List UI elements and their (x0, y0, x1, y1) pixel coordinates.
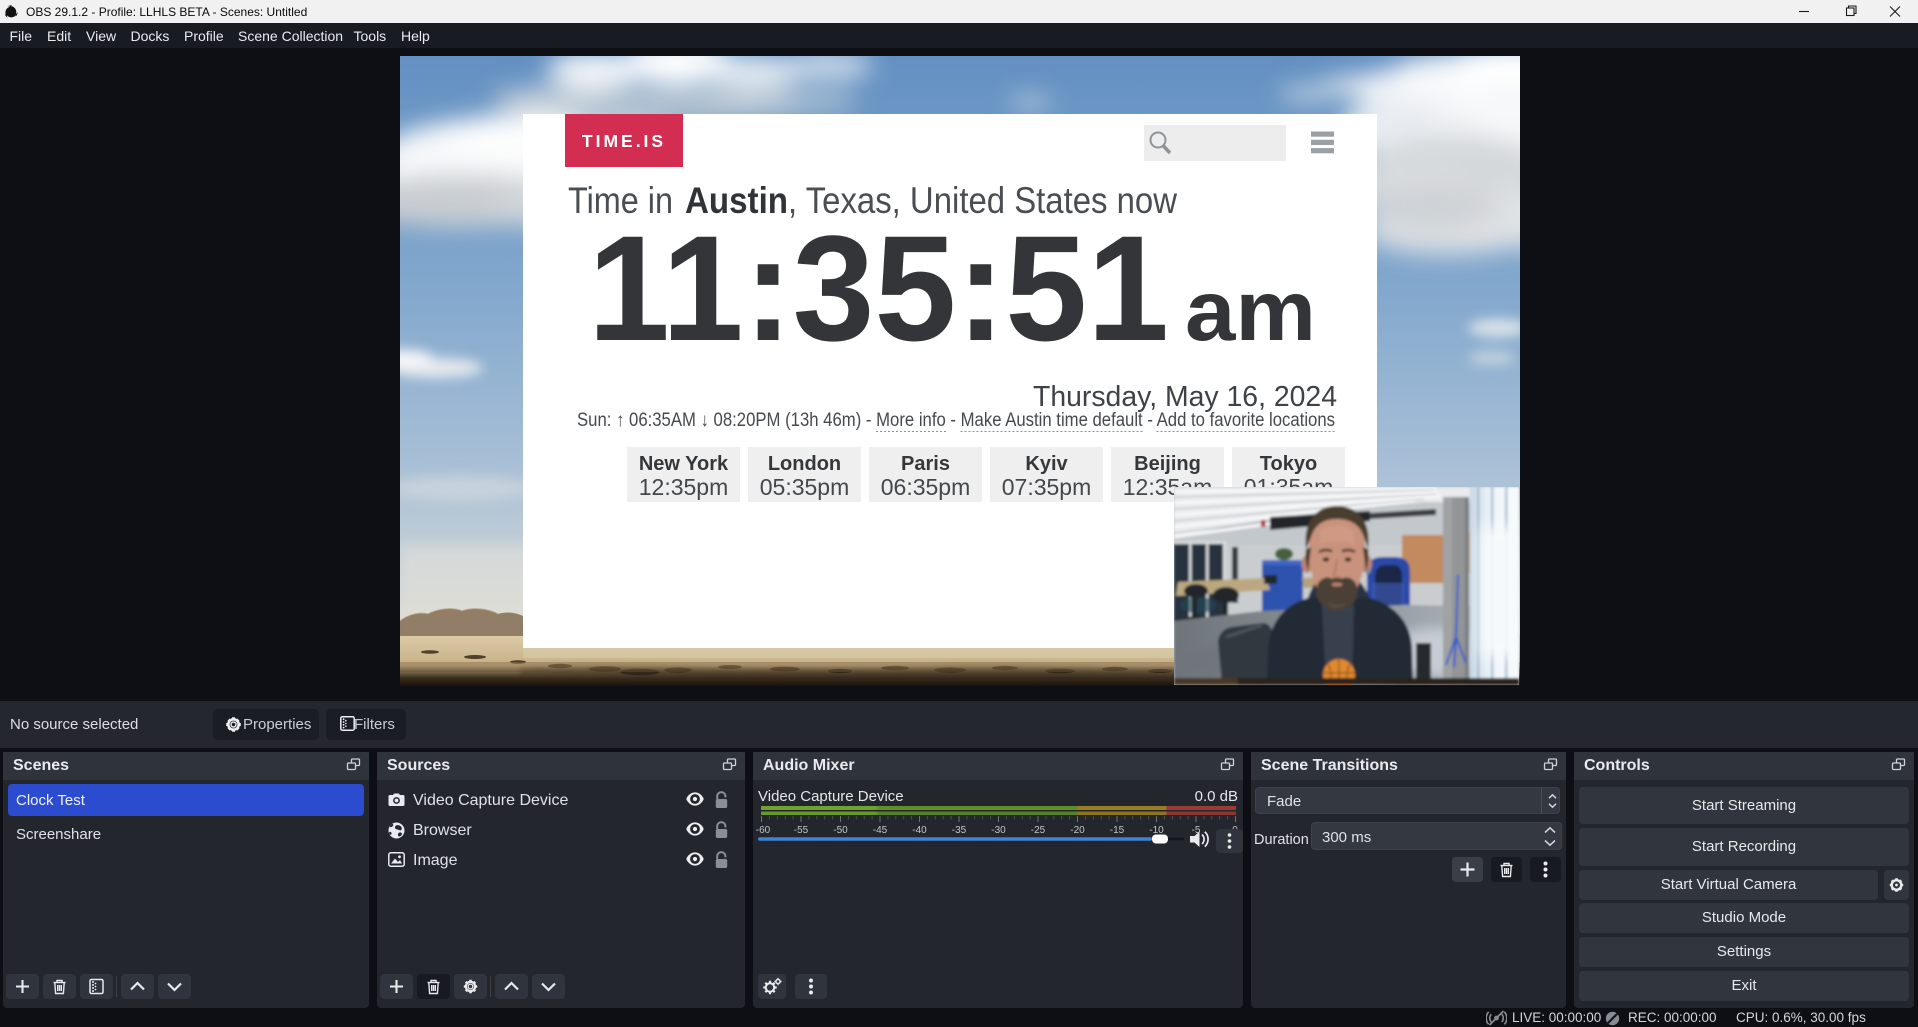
svg-text:11:35:51: 11:35:51 (588, 204, 1169, 372)
svg-text:Kyiv: Kyiv (1025, 453, 1068, 475)
svg-text:-30: -30 (991, 825, 1006, 836)
svg-text:Paris: Paris (901, 453, 950, 475)
svg-text:-10: -10 (1149, 825, 1164, 836)
svg-text:Beijing: Beijing (1134, 453, 1201, 475)
svg-text:12:35pm: 12:35pm (639, 474, 729, 500)
svg-text:-60: -60 (756, 825, 771, 836)
svg-text:Sun: ↑ 06:35AM ↓ 08:20PM (13h: Sun: ↑ 06:35AM ↓ 08:20PM (13h 46m) - Mor… (577, 410, 1335, 431)
svg-text:06:35pm: 06:35pm (881, 474, 971, 500)
svg-text:London: London (768, 453, 841, 475)
svg-text:New York: New York (639, 453, 729, 475)
svg-text:Tokyo: Tokyo (1260, 453, 1317, 475)
svg-text:am: am (1185, 264, 1316, 359)
svg-text:Video Capture Device: Video Capture Device (758, 788, 904, 805)
svg-text:Thursday, May 16, 2024: Thursday, May 16, 2024 (1033, 381, 1337, 413)
svg-text:-40: -40 (912, 825, 927, 836)
svg-text:-25: -25 (1031, 825, 1046, 836)
svg-text:07:35pm: 07:35pm (1002, 474, 1092, 500)
svg-text:-55: -55 (794, 825, 809, 836)
svg-text:-15: -15 (1110, 825, 1125, 836)
svg-text:05:35pm: 05:35pm (760, 474, 850, 500)
svg-text:TIME.IS: TIME.IS (582, 131, 666, 151)
svg-text:-35: -35 (952, 825, 967, 836)
svg-text:-50: -50 (833, 825, 848, 836)
svg-text:-45: -45 (873, 825, 888, 836)
svg-text:-20: -20 (1070, 825, 1085, 836)
svg-text:0.0 dB: 0.0 dB (1195, 788, 1238, 805)
